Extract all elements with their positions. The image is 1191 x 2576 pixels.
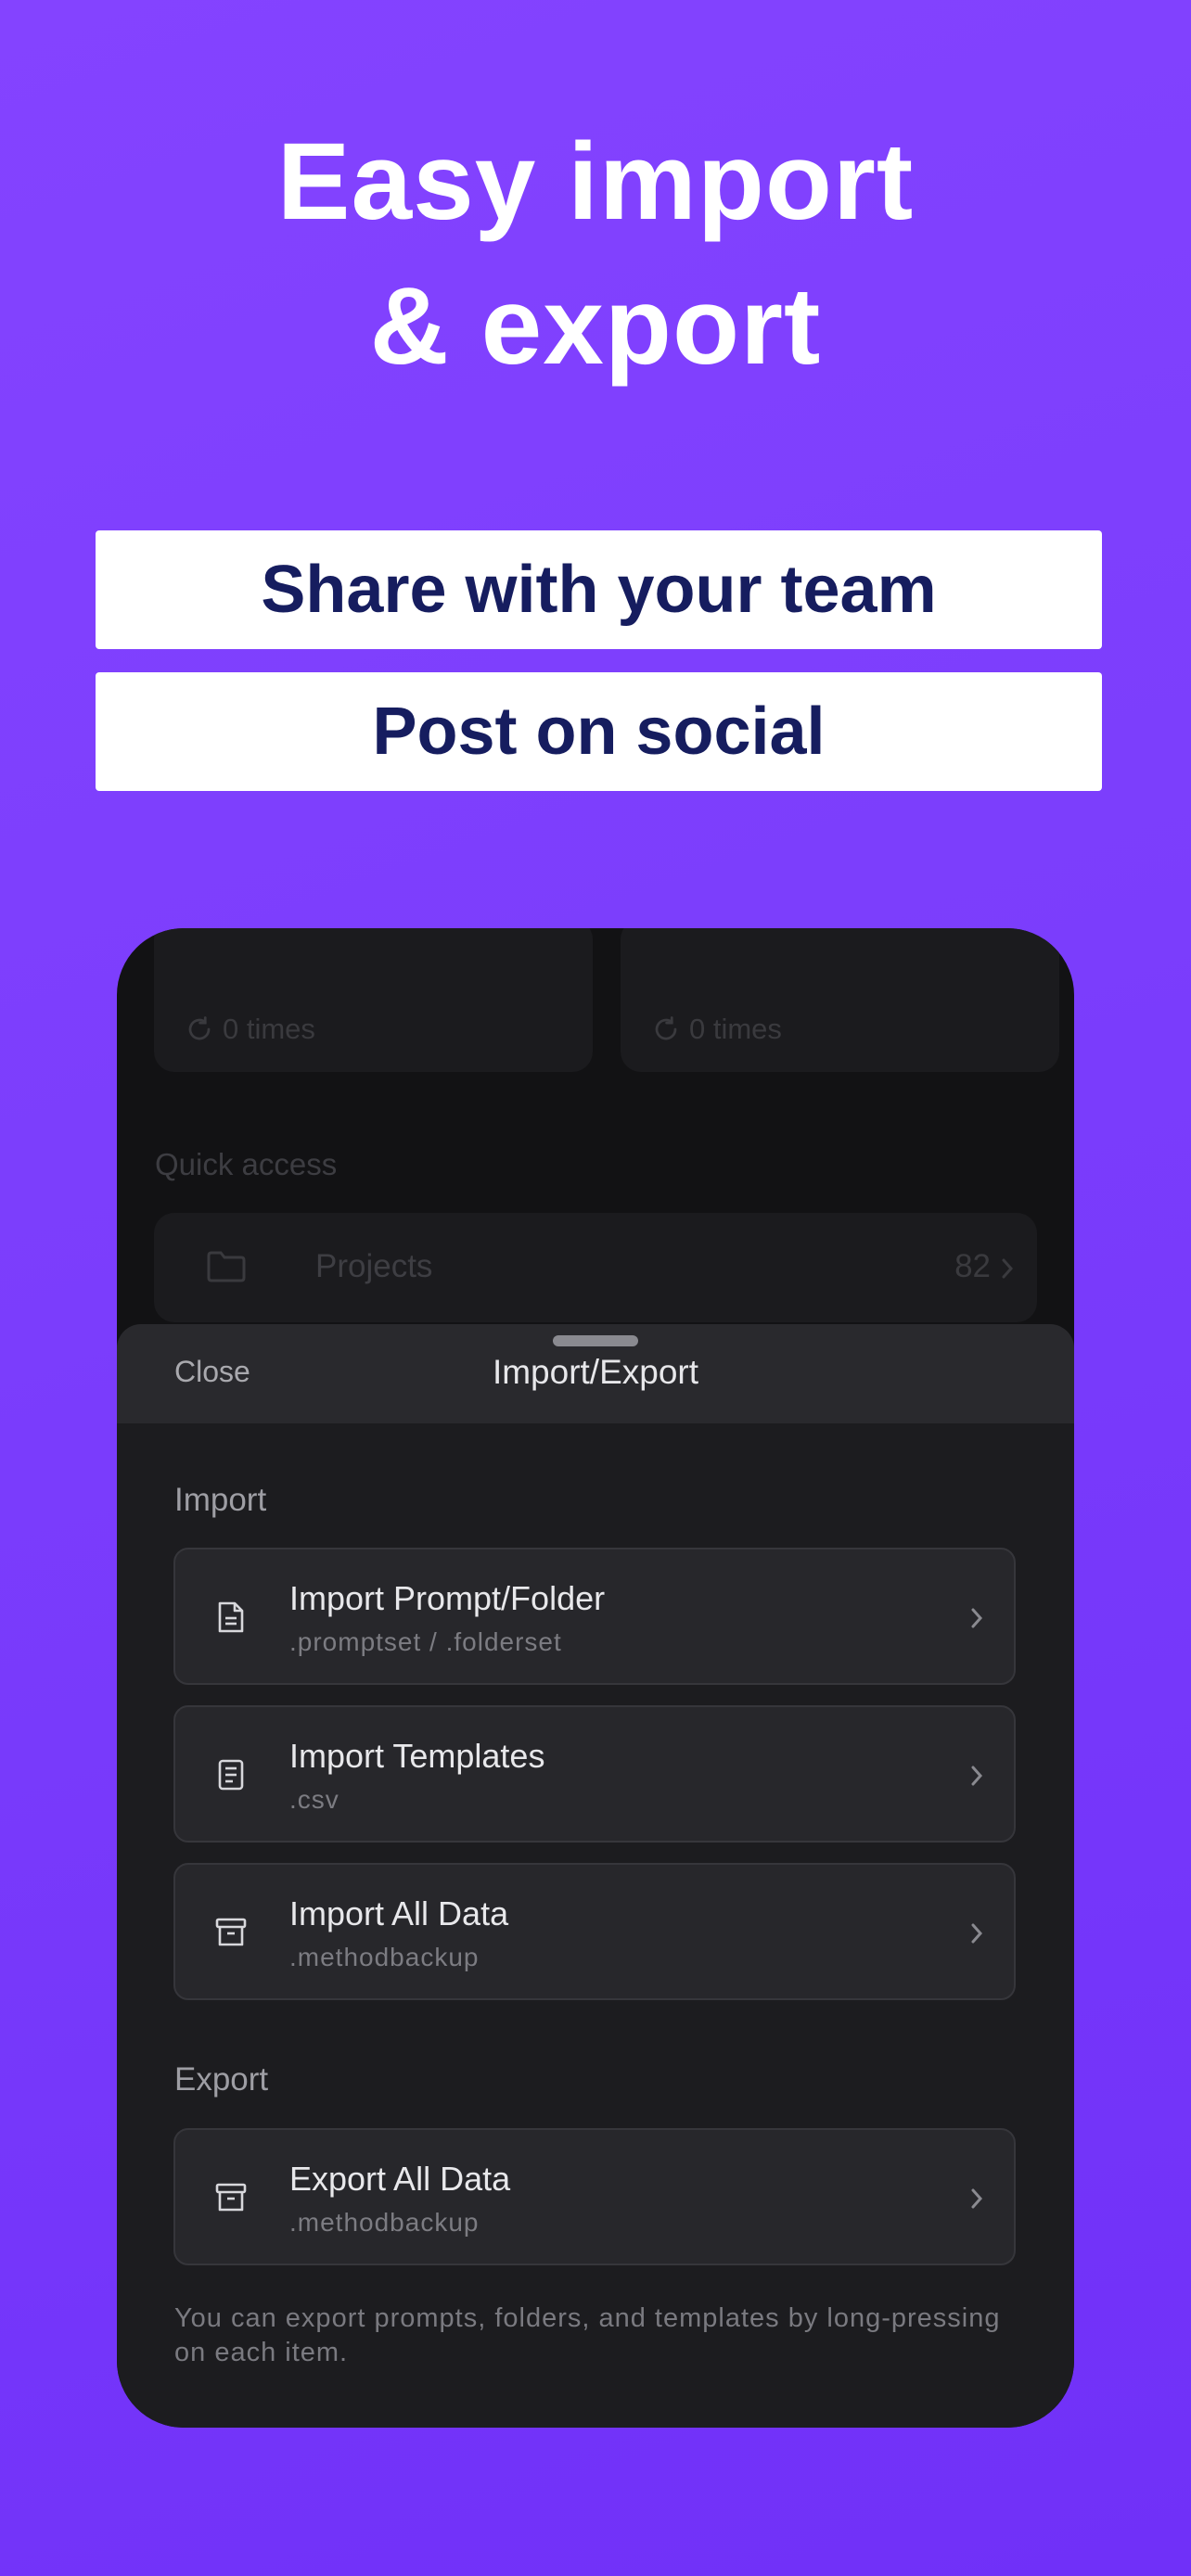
- chevron-right-icon: [971, 2188, 983, 2209]
- refresh-icon: [655, 1016, 677, 1040]
- export-section-label: Export: [174, 2061, 269, 2098]
- share-with-team-banner: Share with your team: [96, 530, 1102, 649]
- chevron-right-icon: [971, 1923, 983, 1944]
- headline-line-1: Easy import: [276, 121, 915, 243]
- sheet-header: Close Import/Export: [117, 1324, 1074, 1423]
- item-title: Import Prompt/Folder: [289, 1579, 606, 1617]
- usage-count-text: 0 times: [689, 1013, 782, 1045]
- import-prompt-folder-button[interactable]: Import Prompt/Folder .promptset / .folde…: [173, 1548, 1016, 1685]
- import-templates-button[interactable]: Import Templates .csv: [173, 1705, 1016, 1843]
- refresh-icon: [188, 1016, 211, 1040]
- usage-count-text: 0 times: [223, 1013, 315, 1045]
- post-on-social-banner: Post on social: [96, 672, 1102, 791]
- item-subtitle: .methodbackup: [289, 2208, 480, 2237]
- headline: Easy import & export: [0, 109, 1191, 399]
- archive-icon: [215, 2183, 247, 2212]
- projects-row[interactable]: Projects 82: [154, 1213, 1037, 1322]
- import-all-data-button[interactable]: Import All Data .methodbackup: [173, 1863, 1016, 2000]
- item-title: Import All Data: [289, 1894, 509, 1932]
- phone-screen: 0 times 0 times Quick access Projects 82…: [117, 928, 1074, 2428]
- folder-icon: [207, 1251, 246, 1282]
- template-icon: [218, 1759, 244, 1791]
- import-section-label: Import: [174, 1482, 267, 1518]
- projects-count: 82: [954, 1248, 991, 1284]
- quick-access-label: Quick access: [155, 1147, 338, 1181]
- projects-label: Projects: [315, 1248, 433, 1284]
- chevron-right-icon: [971, 1766, 983, 1786]
- export-hint-text: You can export prompts, folders, and tem…: [174, 2303, 1001, 2367]
- document-icon: [218, 1601, 244, 1633]
- chevron-right-icon: [1002, 1258, 1014, 1279]
- headline-line-2: & export: [369, 265, 822, 388]
- sheet-title: Import/Export: [492, 1353, 699, 1391]
- import-export-sheet: Close Import/Export Import Import Prompt…: [117, 1324, 1074, 2428]
- item-subtitle: .promptset / .folderset: [289, 1627, 562, 1656]
- item-title: Export All Data: [289, 2160, 511, 2198]
- archive-icon: [215, 1918, 247, 1946]
- item-subtitle: .csv: [289, 1785, 339, 1814]
- item-subtitle: .methodbackup: [289, 1943, 480, 1971]
- sheet-grabber[interactable]: [553, 1335, 638, 1346]
- export-all-data-button[interactable]: Export All Data .methodbackup: [173, 2128, 1016, 2265]
- chevron-right-icon: [971, 1608, 983, 1628]
- item-title: Import Templates: [289, 1737, 545, 1775]
- background-card: 0 times: [154, 928, 593, 1072]
- background-card: 0 times: [621, 928, 1059, 1072]
- usage-count: 0 times: [186, 1013, 315, 1046]
- usage-count: 0 times: [652, 1013, 782, 1046]
